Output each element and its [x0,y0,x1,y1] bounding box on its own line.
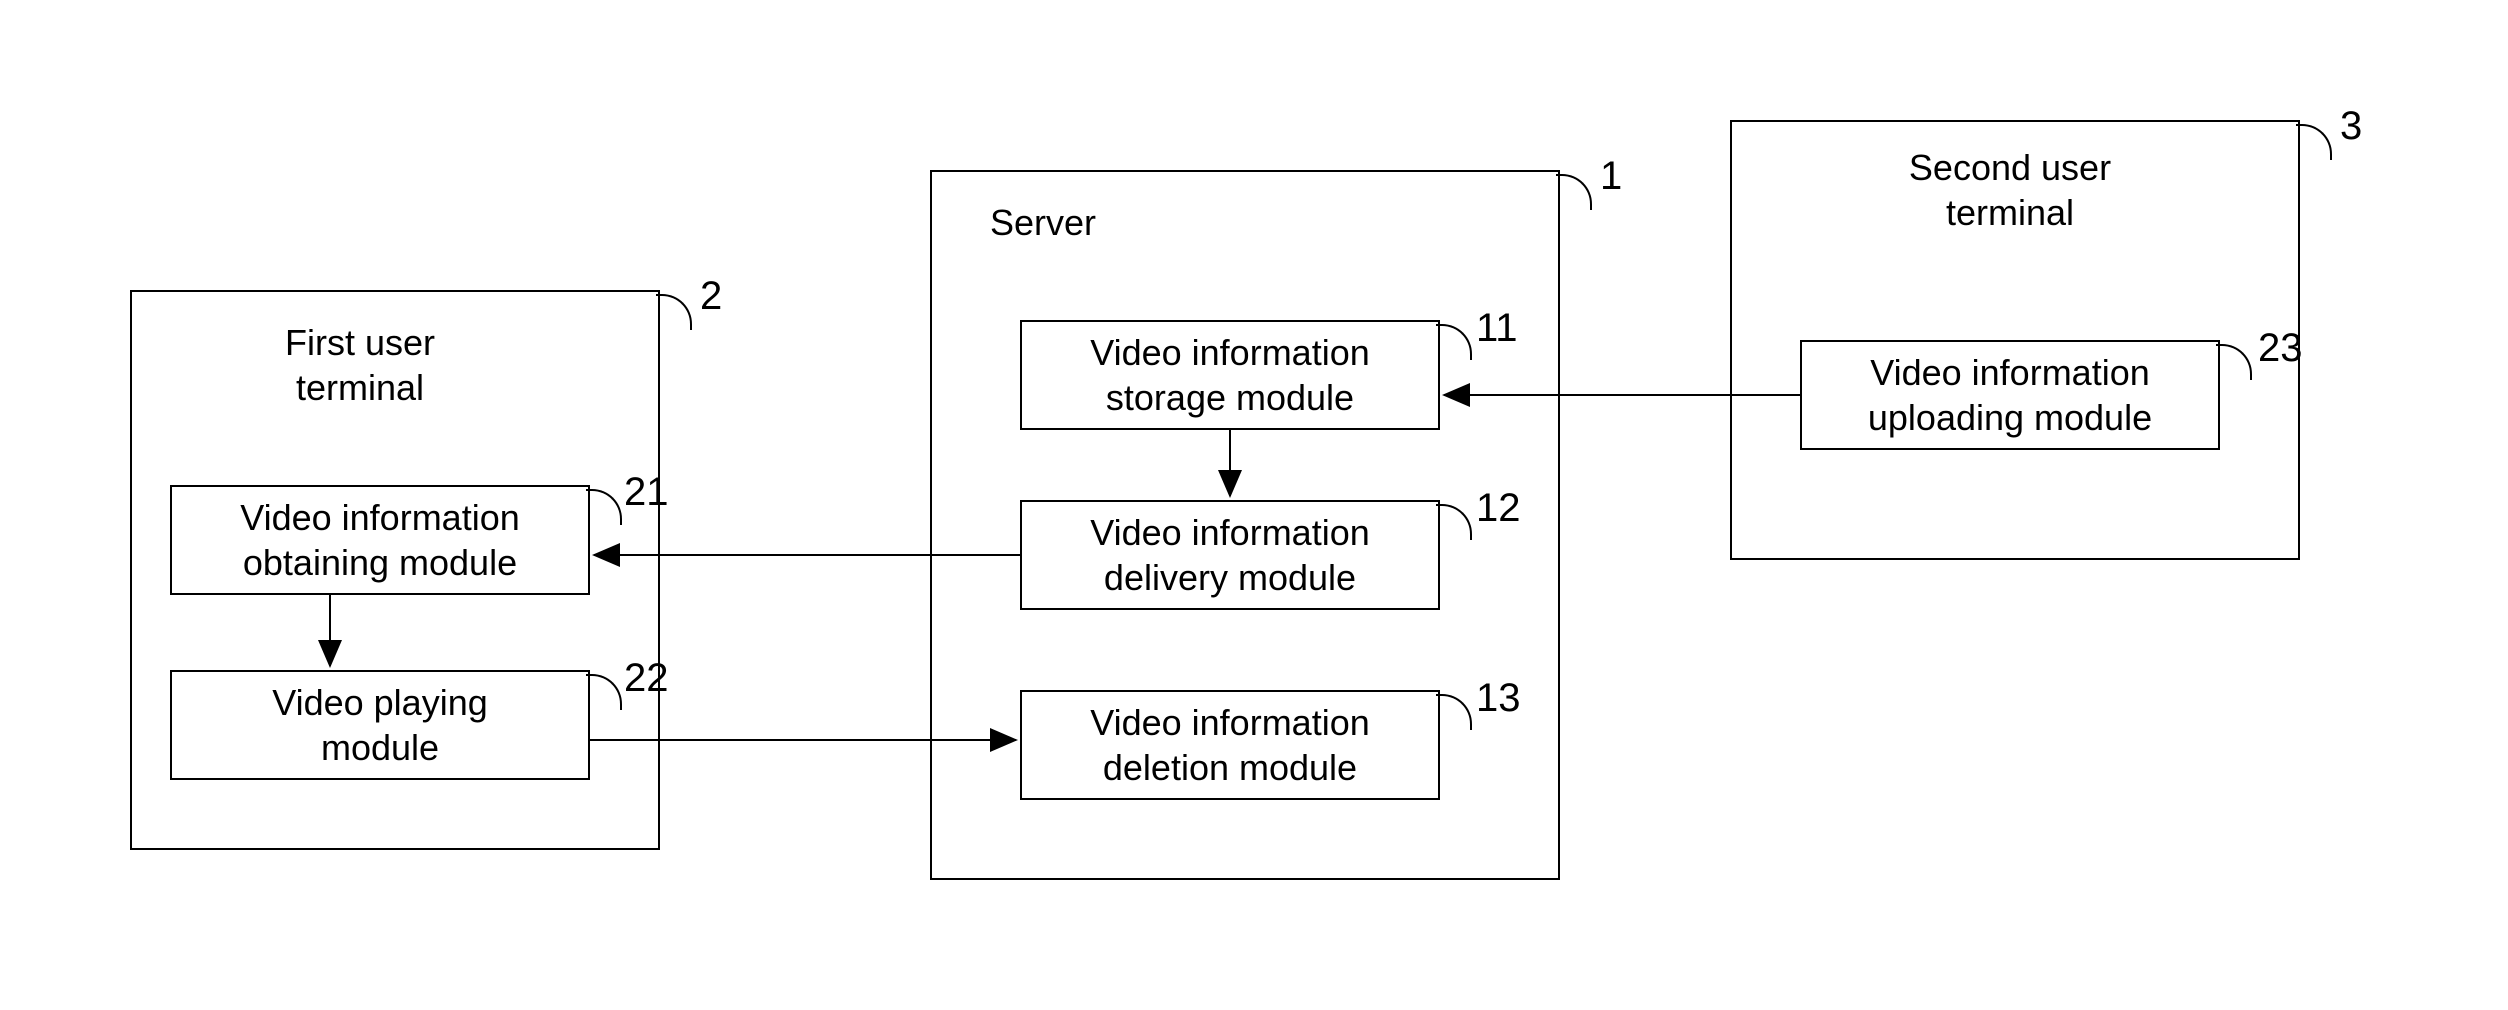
video-info-uploading-module: Video informationuploading module [1800,340,2220,450]
ref-curve-3 [2296,124,2332,160]
first-user-terminal-title: First userterminal [220,320,500,410]
ref-num-11: 11 [1476,306,1518,351]
ref-num-22: 22 [624,656,669,701]
video-playing-module: Video playingmodule [170,670,590,780]
ref-num-1: 1 [1600,154,1622,199]
ref-num-23: 23 [2258,326,2303,371]
video-info-deletion-module: Video informationdeletion module [1020,690,1440,800]
ref-num-13: 13 [1476,676,1521,721]
ref-num-3: 3 [2340,104,2362,149]
video-info-delivery-module: Video informationdelivery module [1020,500,1440,610]
video-info-obtaining-module: Video informationobtaining module [170,485,590,595]
ref-curve-1 [1556,174,1592,210]
ref-curve-2 [656,294,692,330]
ref-num-21: 21 [624,470,669,515]
server-title: Server [990,200,1096,245]
video-info-storage-module: Video informationstorage module [1020,320,1440,430]
ref-num-2: 2 [700,274,722,319]
ref-num-12: 12 [1476,486,1521,531]
second-user-terminal-title: Second userterminal [1870,145,2150,235]
